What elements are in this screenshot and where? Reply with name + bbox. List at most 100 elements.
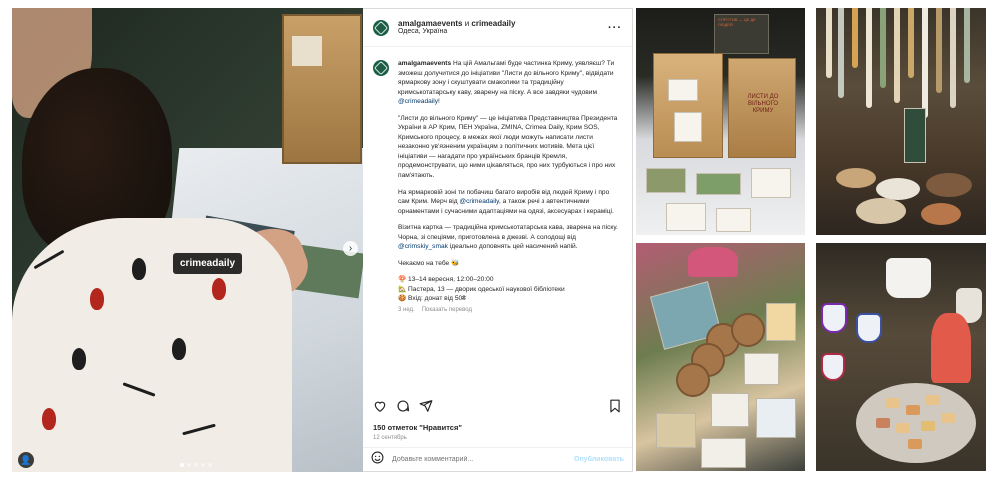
coauthor-link[interactable]: crimeadaily <box>471 19 515 28</box>
comment-bar: Опубликовать <box>363 447 632 471</box>
caption-p5: Чекаємо на тебе 🐝 <box>398 259 460 267</box>
vase <box>931 313 971 383</box>
caption-area[interactable]: amalgamaevents На цій Амальгамі буде час… <box>363 53 632 343</box>
post-photo[interactable]: crimeadaily › 👤 <box>12 8 363 472</box>
ornament <box>122 382 156 397</box>
share-icon[interactable] <box>419 399 433 413</box>
cup <box>821 353 845 381</box>
cup <box>886 258 931 298</box>
event-entry: 🍪 Вхід: донат від 50₴ <box>398 295 466 303</box>
ribbon <box>826 8 832 78</box>
sticker <box>744 353 779 385</box>
likes-count[interactable]: 150 отметок "Нравится" <box>373 423 462 432</box>
ribbon <box>866 8 872 108</box>
carousel-indicator <box>180 463 212 467</box>
mention-link[interactable]: @crimeadaily <box>398 98 438 105</box>
wooden-box <box>282 14 362 164</box>
wooden-box: ЛИСТИ ДО ВІЛЬНОГО КРИМУ <box>728 58 796 158</box>
sticker <box>701 438 746 468</box>
publish-button[interactable]: Опубликовать <box>574 456 624 463</box>
postcard <box>668 79 698 101</box>
coaster <box>731 313 765 347</box>
avatar[interactable] <box>373 60 389 76</box>
bowl <box>921 203 961 225</box>
post-actions <box>373 399 622 413</box>
more-icon[interactable]: ··· <box>608 22 622 34</box>
ornament <box>90 288 104 310</box>
cup <box>856 313 882 343</box>
poster-text: СПРОТИВ — ЦЕ ДІЇ ЛЮДЕЙ <box>718 17 756 27</box>
ornament <box>33 249 65 270</box>
event-date: 🍄 13–14 вересня, 12:00–20:00 <box>398 276 494 284</box>
caption-p1-end: ! <box>438 98 440 106</box>
comment-icon[interactable] <box>396 399 410 413</box>
caption-age: 3 нед. <box>398 307 415 314</box>
caption-author[interactable]: amalgamaevents <box>398 60 451 67</box>
cup <box>821 303 847 333</box>
sweet <box>896 423 910 433</box>
comment-input[interactable] <box>392 456 574 463</box>
sticker <box>766 303 796 341</box>
coaster <box>676 363 710 397</box>
ribbon <box>950 8 956 108</box>
sweet <box>908 439 922 449</box>
sticker <box>756 398 796 438</box>
carousel-dot <box>194 463 198 467</box>
ornament <box>182 423 216 436</box>
sign <box>904 108 926 163</box>
grid-photo-ceramics[interactable] <box>816 8 986 235</box>
post-authors: amalgamaevents и crimeadaily <box>398 19 608 29</box>
postcard <box>751 168 791 198</box>
mention-link[interactable]: @crimeadaily <box>459 198 499 205</box>
photo-user-tag[interactable]: crimeadaily <box>173 253 243 274</box>
postcard <box>666 203 706 231</box>
show-translation-link[interactable]: Показать перевод <box>422 306 472 315</box>
hat <box>688 247 738 277</box>
postcard <box>674 112 702 142</box>
heart-icon[interactable] <box>373 399 387 413</box>
poster: СПРОТИВ — ЦЕ ДІЇ ЛЮДЕЙ <box>714 14 769 54</box>
sticker <box>656 413 696 448</box>
grid-photo-letters-boxes[interactable]: СПРОТИВ — ЦЕ ДІЇ ЛЮДЕЙ ЛИСТИ ДО ВІЛЬНОГО… <box>636 8 805 235</box>
wooden-box <box>653 53 723 158</box>
bowl <box>876 178 920 200</box>
postcard <box>716 208 751 232</box>
ribbon <box>936 8 942 93</box>
ornament <box>132 258 146 280</box>
box-label: ЛИСТИ ДО ВІЛЬНОГО КРИМУ <box>747 94 779 115</box>
location-link[interactable]: Одеса, Україна <box>398 28 608 36</box>
sweet <box>886 398 900 408</box>
chevron-right-icon[interactable]: › <box>343 241 358 256</box>
bookmark-icon[interactable] <box>608 399 622 413</box>
ribbon <box>964 8 970 83</box>
ribbon <box>908 8 914 78</box>
emoji-icon[interactable] <box>371 451 384 469</box>
ribbon <box>852 8 858 68</box>
caption-p4: Візитна картка — традиційна кримськотата… <box>398 224 618 241</box>
caption-p2: "Листи до вільного Криму" — це ініціатив… <box>398 114 618 180</box>
post-panel: amalgamaevents и crimeadaily Одеса, Укра… <box>363 8 633 472</box>
plate <box>856 383 976 463</box>
ornament <box>72 348 86 370</box>
grid-photo-coffee[interactable] <box>816 243 986 471</box>
sweet <box>906 405 920 415</box>
caption-text: amalgamaevents На цій Амальгамі буде час… <box>398 59 622 315</box>
sweet <box>941 413 955 423</box>
author-link[interactable]: amalgamaevents <box>398 19 462 28</box>
mention-link[interactable]: @crimskiy_smak <box>398 243 448 250</box>
ornament <box>172 338 186 360</box>
avatar[interactable] <box>373 19 389 36</box>
sweet <box>921 421 935 431</box>
carousel-dot <box>180 463 184 467</box>
ribbon <box>894 8 900 103</box>
user-tag-icon[interactable]: 👤 <box>18 452 34 468</box>
bowl <box>926 173 972 197</box>
grid-photo-souvenirs[interactable] <box>636 243 805 471</box>
embroidered-shirt <box>12 218 292 472</box>
ribbon <box>922 8 928 118</box>
sweet <box>926 395 940 405</box>
carousel-dot <box>187 463 191 467</box>
ribbon <box>838 8 844 98</box>
ornament <box>42 408 56 430</box>
postcard <box>646 168 686 193</box>
